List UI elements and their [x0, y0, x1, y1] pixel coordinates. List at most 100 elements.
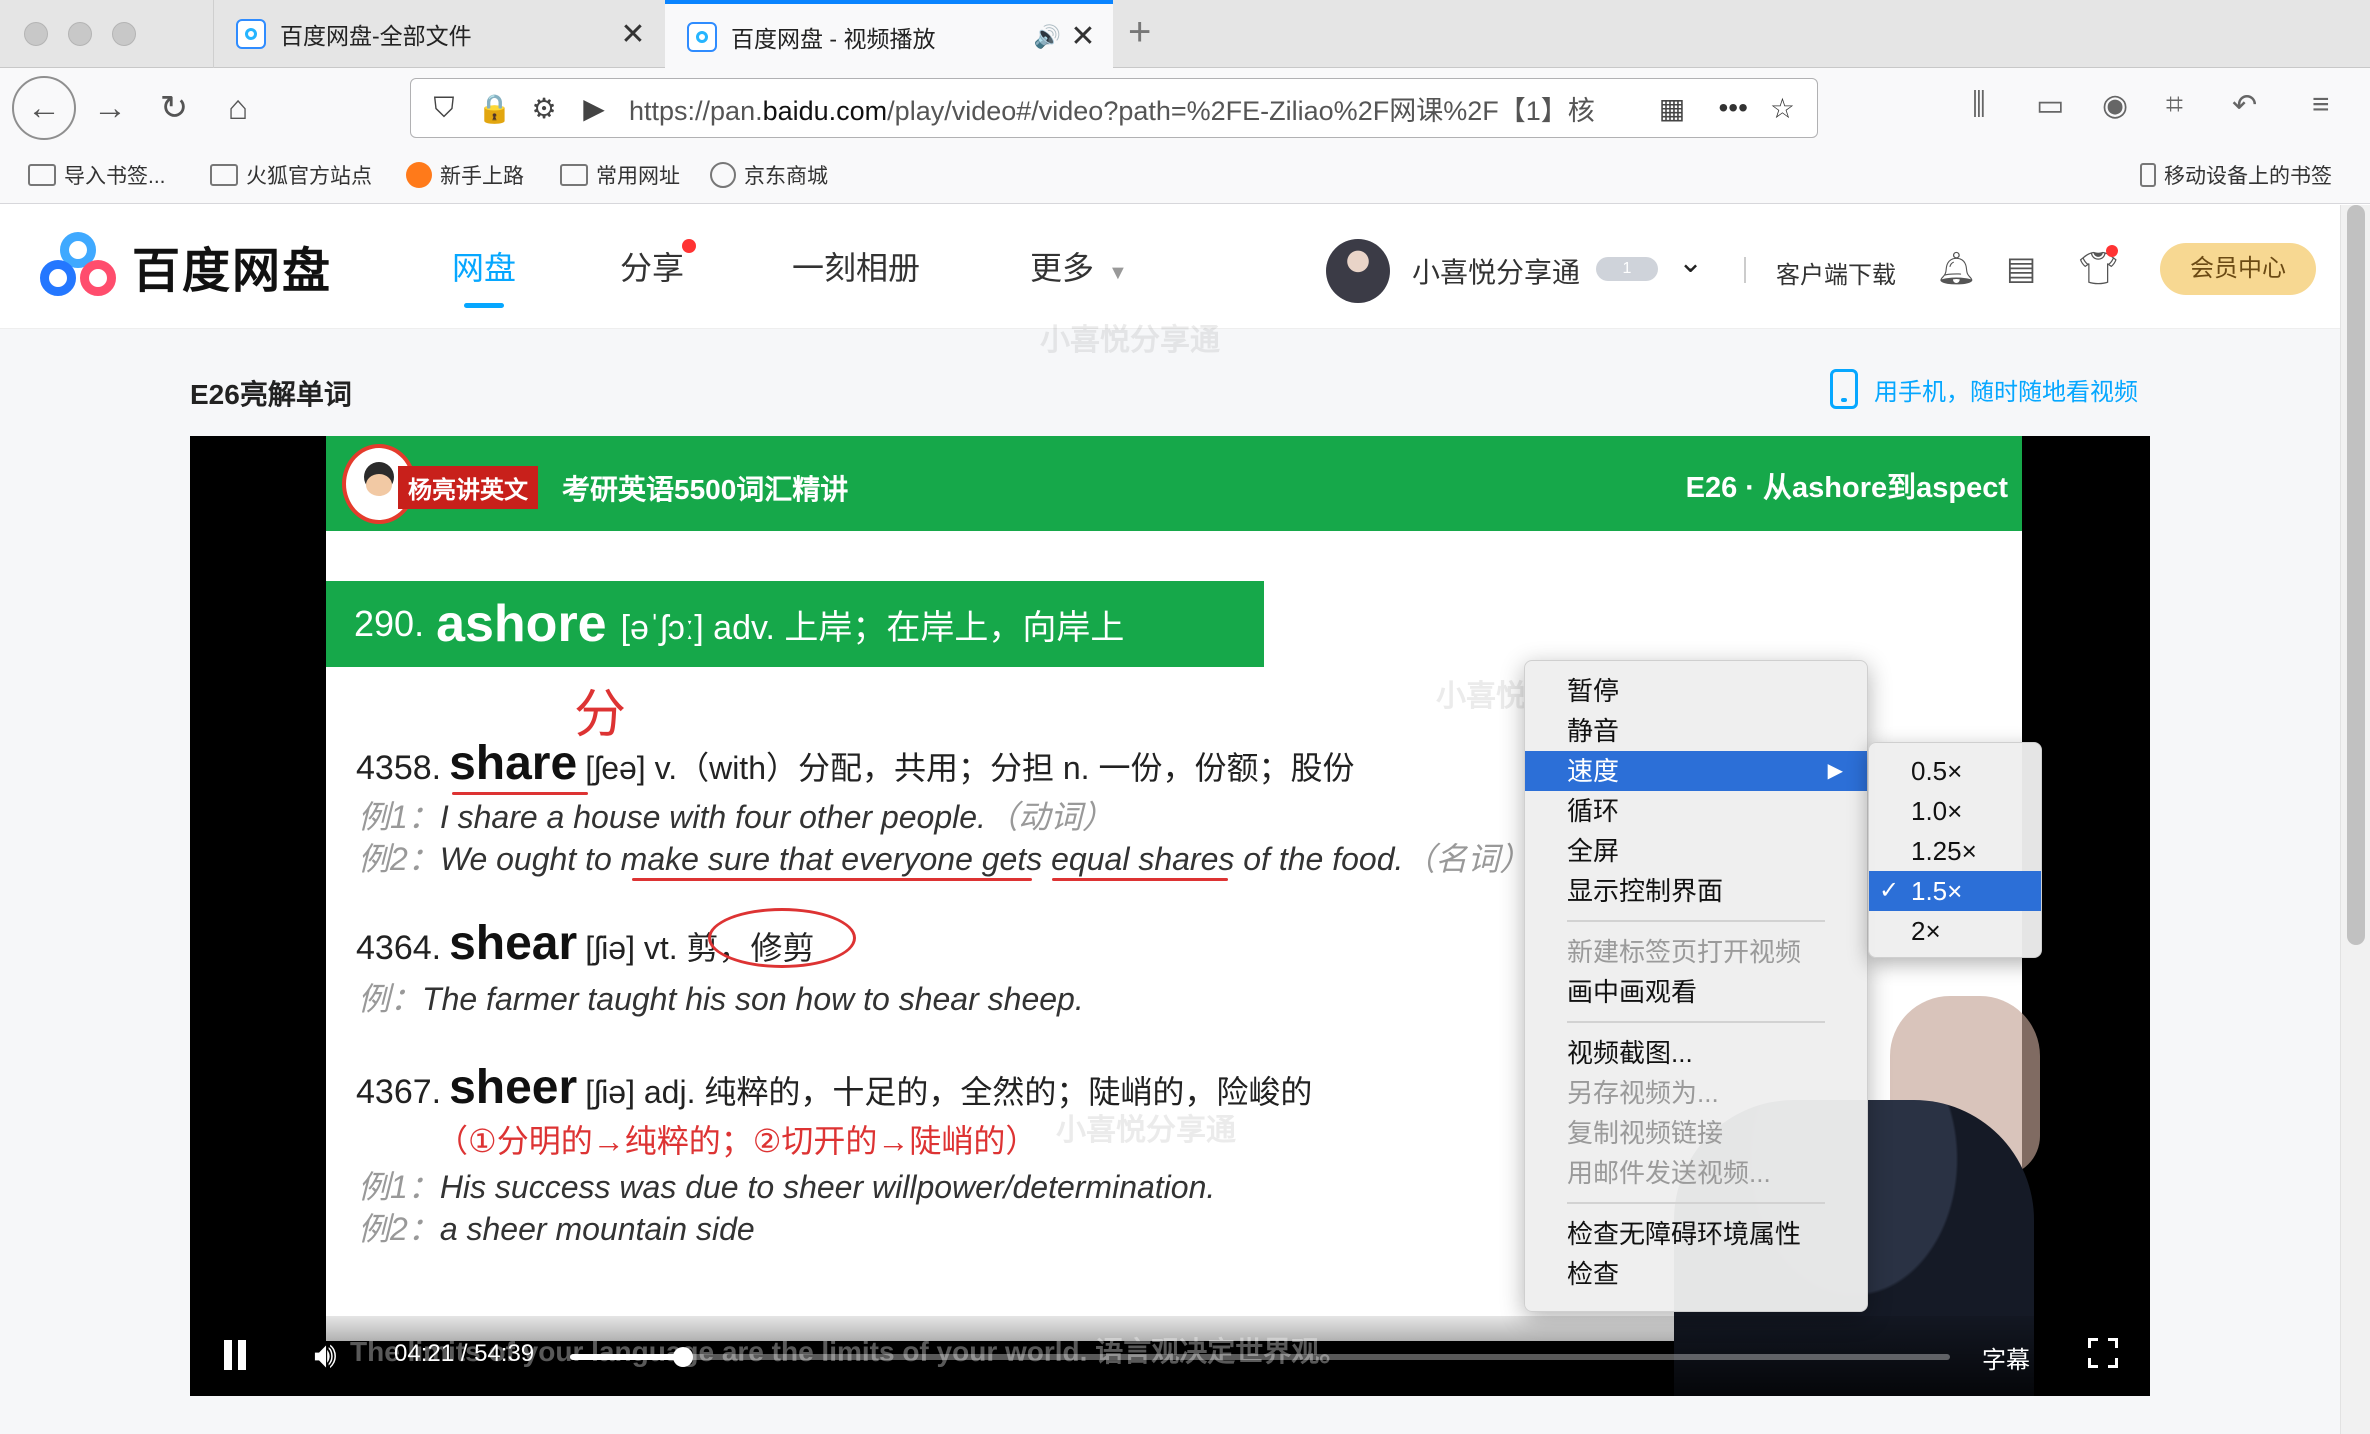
context-menu-item[interactable]: 全屏: [1525, 831, 1867, 871]
account-icon[interactable]: ◉: [2102, 88, 2128, 123]
menu-icon[interactable]: ≡: [2312, 88, 2330, 122]
import-icon: [28, 164, 56, 186]
context-menu-item: 用邮件发送视频...: [1567, 1158, 1771, 1188]
address-bar[interactable]: ⛉ 🔒 ⚙ ▶ https://pan.baidu.com/play/video…: [410, 78, 1818, 138]
context-menu-item[interactable]: 暂停: [1525, 671, 1867, 711]
forward-button[interactable]: →: [84, 82, 136, 134]
bookmark-getting-started[interactable]: 新手上路: [406, 160, 524, 190]
bookmark-jd[interactable]: 京东商城: [710, 160, 828, 190]
caret-down-icon: ▼: [1108, 262, 1128, 284]
example-sentence: 例2：We ought to make sure that everyone g…: [358, 841, 1532, 877]
context-menu-item: 复制视频链接: [1567, 1118, 1724, 1148]
bookmark-star-icon[interactable]: ☆: [1770, 92, 1795, 125]
permissions-icon[interactable]: ⚙: [527, 92, 561, 125]
tab-title: 百度网盘 - 视频播放: [731, 25, 936, 52]
context-menu-item[interactable]: 循环: [1525, 791, 1867, 831]
mobile-icon: [2140, 163, 2156, 187]
player-controls: The limits of your language are the limi…: [190, 1316, 2150, 1396]
page-scrollbar[interactable]: [2340, 205, 2370, 1434]
folder-icon: [560, 164, 588, 186]
context-menu-item[interactable]: 检查无障碍环境属性: [1525, 1214, 1867, 1254]
word-entry: 4358. share [ʃeə] v.（with）分配，共用；分担 n. 一份，份…: [356, 737, 1355, 790]
browser-tab-video[interactable]: 百度网盘 - 视频播放 🔊 ✕: [665, 0, 1113, 69]
tab-close-icon[interactable]: ✕: [1065, 19, 1101, 54]
volume-icon[interactable]: 🔊︎: [314, 1334, 337, 1377]
tab-audio-icon[interactable]: 🔊: [1034, 24, 1061, 50]
pause-icon[interactable]: [224, 1340, 248, 1370]
bookmarks-toolbar: 导入书签... 火狐官方站点 新手上路 常用网址 京东商城 移动设备上的书签: [0, 148, 2370, 204]
new-tab-button[interactable]: +: [1128, 10, 1151, 55]
clipboard-icon[interactable]: ▤: [2006, 249, 2036, 287]
phone-icon: [1830, 369, 1858, 409]
handwritten-underline: [1052, 878, 1228, 881]
context-menu-item[interactable]: 视频截图...: [1525, 1033, 1867, 1073]
baidu-pan-logo[interactable]: 百度网盘: [40, 231, 332, 301]
speed-option[interactable]: 1.0×: [1869, 791, 2041, 831]
etymology-note: （①分明的→纯粹的；②切开的→陡峭的）: [436, 1123, 1038, 1159]
page-actions-icon[interactable]: •••: [1718, 92, 1747, 124]
lock-icon[interactable]: 🔒: [477, 92, 512, 125]
autoplay-blocked-icon[interactable]: ▶: [577, 92, 611, 125]
notification-dot: [682, 239, 697, 253]
context-menu-item[interactable]: 速度 ▶: [1525, 751, 1867, 791]
context-menu-item[interactable]: 静音: [1525, 711, 1867, 751]
window-close-dot[interactable]: [24, 22, 48, 46]
speed-option[interactable]: 1.25×: [1869, 831, 2041, 871]
context-menu-item[interactable]: 显示控制界面: [1525, 871, 1867, 911]
window-zoom-dot[interactable]: [112, 22, 136, 46]
bell-icon[interactable]: 🔔︎: [1936, 249, 1977, 287]
qr-code-icon[interactable]: ▦: [1655, 92, 1689, 125]
submenu-arrow-icon: ▶: [1827, 760, 1843, 782]
bookmark-mobile[interactable]: 移动设备上的书签: [2140, 160, 2332, 190]
menu-separator: [1567, 920, 1825, 922]
bookmark-firefox-site[interactable]: 火狐官方站点: [210, 160, 372, 190]
back-button[interactable]: ←: [12, 76, 76, 140]
bookmark-import[interactable]: 导入书签...: [28, 160, 166, 190]
handwritten-circle: [708, 908, 856, 968]
nav-album[interactable]: 一刻相册: [792, 243, 920, 289]
baidu-pan-favicon-icon: [236, 19, 266, 49]
sidebar-icon[interactable]: ▭: [2036, 88, 2064, 123]
window-minimize-dot[interactable]: [68, 22, 92, 46]
screenshot-icon[interactable]: ⌗: [2166, 88, 2183, 122]
undo-icon[interactable]: ↶: [2232, 88, 2257, 123]
time-display: 04:21 / 54:39: [394, 1340, 535, 1367]
progress-fill: [570, 1354, 684, 1360]
url-text[interactable]: https://pan.baidu.com/play/video#/video?…: [629, 89, 1639, 128]
nav-pan[interactable]: 网盘: [452, 243, 516, 308]
slide-header: 杨亮讲英文 考研英语5500词汇精讲 E26 · 从ashore到aspect: [326, 436, 2022, 531]
handwritten-underline: [632, 878, 1032, 881]
speed-option[interactable]: 2×: [1869, 911, 2041, 951]
reload-button[interactable]: ↻: [148, 82, 200, 134]
shield-icon[interactable]: ⛉: [427, 92, 461, 125]
subtitle-button[interactable]: 字幕: [1982, 1340, 2030, 1375]
word-entry: 4367. sheer [ʃiə] adj. 纯粹的，十足的，全然的；陡峭的，险峻的: [356, 1061, 1313, 1114]
browser-tab-bar: 百度网盘-全部文件 ✕ 百度网盘 - 视频播放 🔊 ✕ +: [0, 0, 2370, 69]
site-header: 百度网盘 网盘 分享 一刻相册 更多 ▼ 小喜悦分享通 1 ⌄ 客户端下载 🔔︎ …: [0, 205, 2340, 329]
username[interactable]: 小喜悦分享通: [1412, 251, 1580, 291]
speed-option[interactable]: ✓ 1.5×: [1869, 871, 2041, 911]
bookmark-common-sites[interactable]: 常用网址: [560, 160, 680, 190]
scrollbar-thumb[interactable]: [2347, 205, 2365, 945]
browser-nav-bar: ← → ↻ ⌂ ⛉ 🔒 ⚙ ▶ https://pan.baidu.com/pl…: [0, 68, 2370, 148]
speed-option[interactable]: 0.5×: [1869, 751, 2041, 791]
browser-tab-files[interactable]: 百度网盘-全部文件 ✕: [213, 0, 663, 68]
context-menu-item[interactable]: 检查: [1525, 1254, 1867, 1294]
avatar[interactable]: [1326, 239, 1390, 303]
context-menu-item[interactable]: 画中画观看: [1525, 972, 1867, 1012]
example-sentence: 例1：His success was due to sheer willpowe…: [358, 1169, 1216, 1205]
fullscreen-icon[interactable]: [2088, 1338, 2118, 1368]
notification-dot: [2106, 245, 2118, 257]
chevron-down-icon[interactable]: ⌄: [1678, 245, 1703, 280]
context-menu-item: 另存视频为...: [1567, 1078, 1719, 1108]
firefox-icon: [406, 162, 432, 188]
progress-bar[interactable]: [570, 1347, 1950, 1367]
home-button[interactable]: ⌂: [212, 82, 264, 134]
watch-on-mobile-link[interactable]: 用手机，随时随地看视频: [1830, 369, 2138, 409]
tab-close-icon[interactable]: ✕: [615, 17, 651, 52]
client-download-link[interactable]: 客户端下载: [1776, 255, 1896, 290]
vip-center-button[interactable]: 会员中心: [2160, 243, 2316, 295]
nav-share[interactable]: 分享: [620, 239, 697, 289]
library-icon[interactable]: ⫼: [1972, 88, 1986, 122]
nav-more[interactable]: 更多 ▼: [1030, 243, 1128, 289]
